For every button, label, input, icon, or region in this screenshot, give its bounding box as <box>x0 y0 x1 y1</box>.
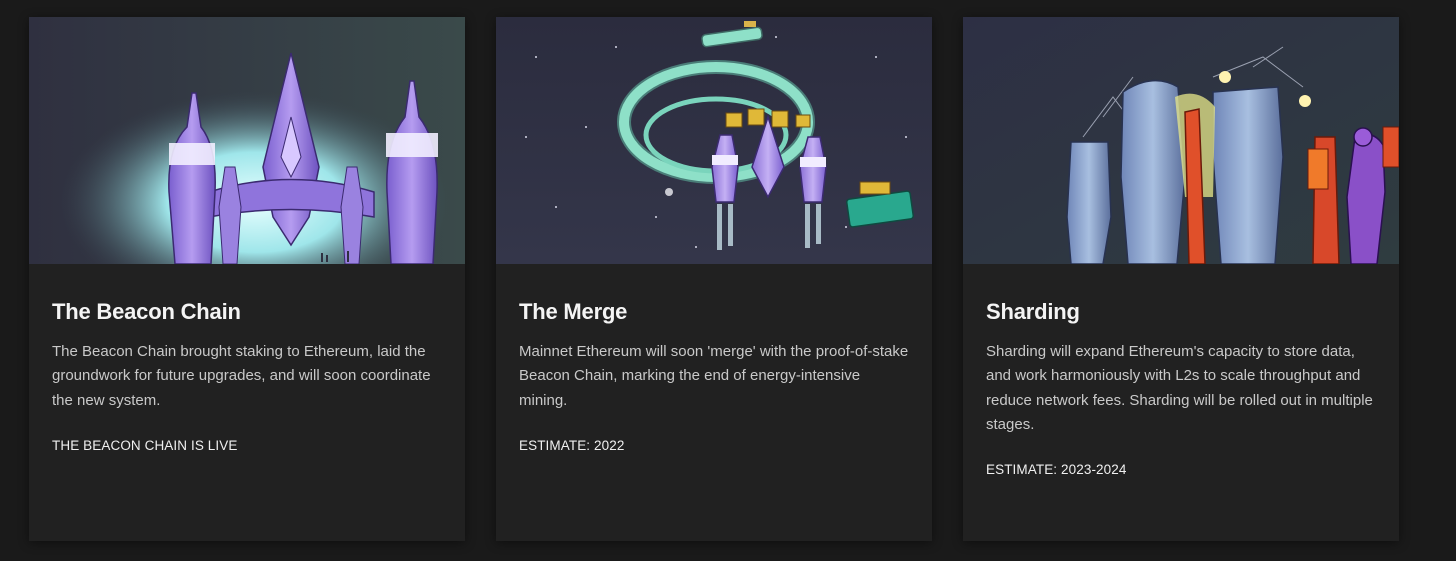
rocket-ship-illustration <box>29 17 465 264</box>
card-sharding[interactable]: Sharding Sharding will expand Ethereum's… <box>963 17 1399 541</box>
card-beacon-chain[interactable]: The Beacon Chain The Beacon Chain brough… <box>29 17 465 541</box>
card-status: ESTIMATE: 2023-2024 <box>986 462 1127 478</box>
space-station-merge-illustration <box>496 17 932 264</box>
upgrade-cards-section: The Beacon Chain The Beacon Chain brough… <box>0 0 1456 561</box>
card-title: The Merge <box>519 299 628 324</box>
card-the-merge[interactable]: The Merge Mainnet Ethereum will soon 'me… <box>496 17 932 541</box>
card-title: Sharding <box>986 299 1080 324</box>
sharding-construction-illustration <box>963 17 1399 264</box>
card-status: ESTIMATE: 2022 <box>519 437 625 453</box>
card-description: Mainnet Ethereum will soon 'merge' with … <box>519 343 909 409</box>
card-description: The Beacon Chain brought staking to Ethe… <box>52 343 431 409</box>
card-title: The Beacon Chain <box>52 299 241 324</box>
card-description: Sharding will expand Ethereum's capacity… <box>986 343 1373 433</box>
card-status: THE BEACON CHAIN IS LIVE <box>52 437 238 453</box>
